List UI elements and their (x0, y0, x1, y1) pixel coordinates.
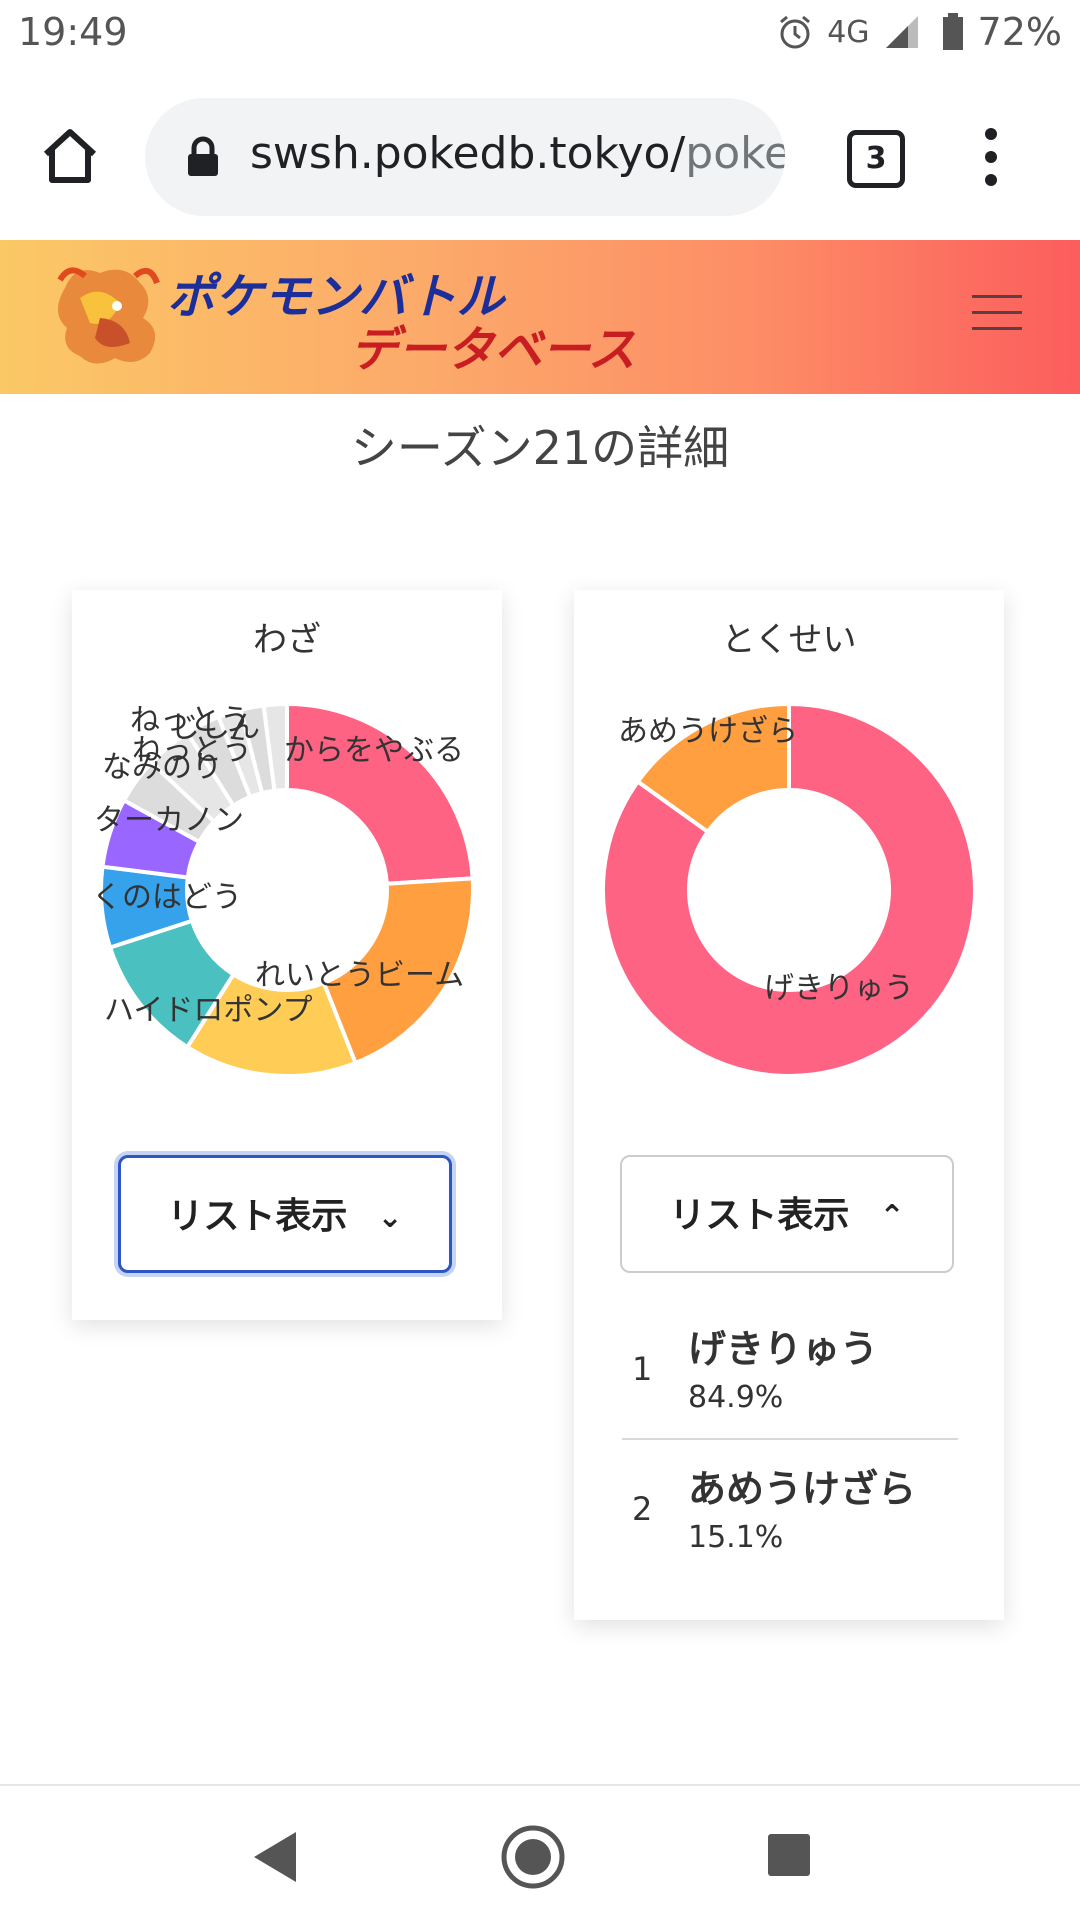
battery-icon (942, 13, 963, 50)
browser-toolbar: swsh.pokedb.tokyo/poke 3 (0, 72, 1080, 240)
ability-name: あめうけざら (688, 1467, 917, 1511)
slice-label: からをやぶる (284, 733, 464, 768)
logo-text-2: データベース (350, 322, 636, 376)
url-path: poke (685, 128, 785, 179)
url-domain: swsh.pokedb.tokyo/ (250, 128, 686, 179)
page-title: シーズン21の詳細 (350, 421, 730, 475)
status-icons: 4G 72% (777, 10, 1062, 54)
abilities-donut-chart: あめうけざら げきりゅう (601, 701, 977, 1078)
tab-switcher-button[interactable]: 3 (847, 130, 905, 188)
slice-label: ハイドロポンプ (104, 993, 313, 1028)
list-item[interactable]: 2 あめうけざら 15.1% (622, 1440, 958, 1578)
back-icon[interactable] (250, 1830, 300, 1884)
slice-label: れいとうビーム (255, 958, 464, 993)
address-bar[interactable]: swsh.pokedb.tokyo/poke (145, 98, 785, 216)
home-nav-icon[interactable] (500, 1824, 566, 1890)
abilities-list-toggle-label: リスト表示 (669, 1195, 850, 1236)
home-icon[interactable] (40, 126, 100, 186)
slice-label: あめうけざら (618, 714, 798, 749)
hamburger-menu-icon[interactable] (972, 295, 1022, 335)
status-time: 19:49 (18, 10, 128, 54)
slice-label: げきりゅう (764, 971, 914, 1006)
moves-card: わざ からをやぶる ねっとう れいとうビーム ハイドロポンプ くのはどう ターカ… (72, 590, 502, 1320)
browser-menu-icon[interactable] (985, 128, 999, 188)
moves-donut-chart: からをやぶる ねっとう れいとうビーム ハイドロポンプ くのはどう ターカノン … (92, 701, 475, 1078)
alarm-icon (780, 15, 811, 49)
donut-slice (285, 701, 475, 886)
logo-text-1: ポケモンバトル (167, 269, 506, 325)
lock-icon (188, 136, 218, 176)
moves-list-toggle-label: リスト表示 (167, 1196, 348, 1237)
moves-list-toggle-button[interactable]: リスト表示 ⌄ (118, 1155, 452, 1273)
network-type: 4G (827, 14, 870, 50)
slice-label: ターカノン (94, 803, 244, 838)
site-logo[interactable]: ポケモンバトル データベース (45, 258, 675, 376)
moves-card-title: わざ (253, 620, 321, 660)
slice-label: ねっとう (132, 733, 252, 768)
abilities-list-toggle-button[interactable]: リスト表示 ⌃ (620, 1155, 954, 1273)
slice-label: くのはどう (92, 880, 242, 915)
list-item[interactable]: 1 げきりゅう 84.9% (622, 1300, 958, 1440)
system-nav-bar (0, 1784, 1080, 1922)
ability-percent: 84.9% (688, 1380, 784, 1415)
charizard-mascot-icon (57, 267, 160, 364)
signal-icon (885, 16, 918, 48)
abilities-card-title: とくせい (721, 620, 857, 660)
status-bar: 19:49 4G 72% (0, 0, 1080, 72)
chevron-up-icon: ⌃ (879, 1199, 905, 1234)
url-text: swsh.pokedb.tokyo/poke (250, 128, 785, 179)
ability-name: げきりゅう (688, 1327, 879, 1371)
ability-percent: 15.1% (688, 1520, 784, 1555)
site-header: ポケモンバトル データベース (0, 240, 1080, 394)
ability-rank: 1 (632, 1350, 653, 1388)
chevron-down-icon: ⌄ (377, 1200, 403, 1235)
ability-list: 1 げきりゅう 84.9% 2 あめうけざら 15.1% (622, 1300, 958, 1578)
ability-rank: 2 (632, 1490, 653, 1528)
abilities-card: とくせい あめうけざら げきりゅう リスト表示 ⌃ 1 げきりゅう 84.9% 2… (574, 590, 1004, 1620)
recents-icon[interactable] (766, 1832, 812, 1878)
battery-percent: 72% (977, 10, 1062, 54)
